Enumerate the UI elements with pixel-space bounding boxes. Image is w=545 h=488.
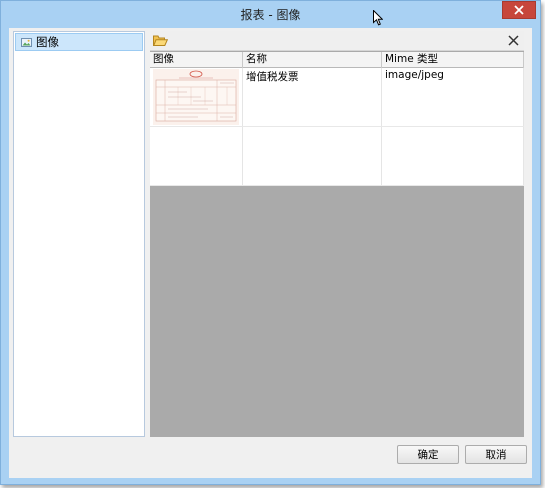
name-cell[interactable]	[243, 127, 382, 185]
image-list-panel: 图像 名称 Mime 类型 增值税发票 image/jpeg	[150, 31, 524, 437]
name-cell[interactable]: 增值税发票	[243, 68, 382, 126]
column-header-name[interactable]: 名称	[243, 52, 382, 68]
mouse-cursor-icon	[373, 9, 384, 29]
mime-cell[interactable]	[382, 127, 524, 185]
tree-item-label: 图像	[36, 35, 59, 49]
report-image-dialog: 报表 - 图像 图像 图像 名称 Mime 类型 增值税发票 image/jpe…	[0, 0, 541, 485]
window-close-button[interactable]	[502, 1, 536, 19]
column-header-image[interactable]: 图像	[150, 52, 243, 68]
remove-image-button[interactable]	[507, 34, 520, 47]
dialog-client-area: 图像 图像 名称 Mime 类型 增值税发票 image/jpeg 确定 取消	[9, 28, 532, 478]
image-cell[interactable]	[150, 127, 243, 185]
cancel-button[interactable]: 取消	[465, 445, 527, 464]
table-row[interactable]: 增值税发票 image/jpeg	[150, 68, 524, 127]
category-tree[interactable]: 图像	[13, 31, 145, 437]
open-image-button[interactable]	[153, 34, 169, 47]
image-grid[interactable]: 图像 名称 Mime 类型 增值税发票 image/jpeg	[150, 52, 524, 186]
picture-icon	[21, 37, 32, 48]
image-cell[interactable]	[150, 68, 243, 126]
table-row[interactable]	[150, 127, 524, 186]
tree-item-images[interactable]: 图像	[15, 33, 143, 51]
folder-open-icon	[153, 35, 169, 46]
column-header-mime[interactable]: Mime 类型	[382, 52, 524, 68]
close-icon	[514, 5, 524, 15]
mime-cell[interactable]: image/jpeg	[382, 68, 524, 126]
ok-button[interactable]: 确定	[397, 445, 459, 464]
invoice-thumbnail	[153, 69, 239, 125]
window-title: 报表 - 图像	[240, 8, 301, 22]
title-bar[interactable]: 报表 - 图像	[1, 1, 540, 28]
close-x-icon	[508, 35, 519, 46]
grid-header: 图像 名称 Mime 类型	[150, 52, 524, 68]
image-toolbar	[150, 31, 524, 51]
